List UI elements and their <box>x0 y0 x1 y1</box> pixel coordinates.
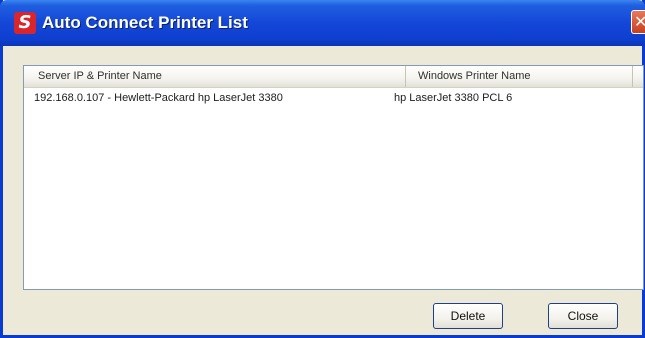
cell-server-printer-name: 192.168.0.107 - Hewlett-Packard hp Laser… <box>34 92 283 104</box>
close-icon: ✕ <box>634 12 645 32</box>
column-header-server-printer-name[interactable]: Server IP & Printer Name <box>24 66 406 87</box>
list-header: Server IP & Printer Name Windows Printer… <box>24 66 643 88</box>
app-logo-icon: S <box>14 12 36 34</box>
title-bar[interactable]: S Auto Connect Printer List ✕ <box>0 0 645 46</box>
auto-connect-printer-list-dialog: S Auto Connect Printer List ✕ Server IP … <box>0 0 645 338</box>
window-close-button[interactable]: ✕ <box>631 10 645 34</box>
list-item[interactable]: 192.168.0.107 - Hewlett-Packard hp Laser… <box>24 89 643 107</box>
window-title: Auto Connect Printer List <box>42 13 248 32</box>
close-button[interactable]: Close <box>548 303 618 329</box>
delete-button[interactable]: Delete <box>433 303 503 329</box>
cell-windows-printer-name: hp LaserJet 3380 PCL 6 <box>394 92 513 104</box>
printer-list[interactable]: Server IP & Printer Name Windows Printer… <box>23 65 644 290</box>
column-header-windows-printer-name[interactable]: Windows Printer Name <box>406 66 633 87</box>
